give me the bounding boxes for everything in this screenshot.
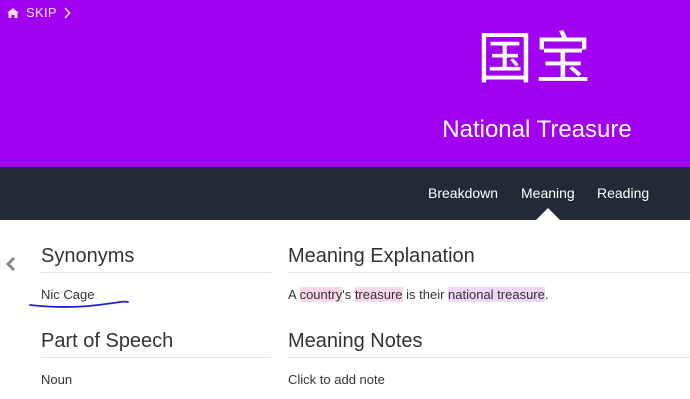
vocabulary-highlight: national treasure bbox=[448, 287, 545, 302]
meaning-explanation-heading: Meaning Explanation bbox=[288, 245, 475, 267]
chevron-left-icon[interactable] bbox=[5, 256, 17, 277]
synonyms-divider bbox=[41, 272, 271, 273]
part-of-speech-value: Noun bbox=[41, 372, 73, 387]
hand-drawn-underline bbox=[29, 300, 129, 308]
skip-label: SKIP bbox=[26, 5, 57, 20]
synonyms-heading: Synonyms bbox=[41, 245, 135, 267]
explanation-text-segment: is their bbox=[402, 287, 449, 302]
meaning-notes-heading: Meaning Notes bbox=[288, 330, 423, 352]
subject-meaning: National Treasure bbox=[442, 116, 632, 143]
meaning-notes-divider bbox=[288, 357, 690, 358]
part-of-speech-heading: Part of Speech bbox=[41, 330, 174, 352]
tab-breakdown[interactable]: Breakdown bbox=[428, 185, 498, 201]
radical-highlight: country bbox=[299, 287, 343, 302]
part-of-speech-divider bbox=[41, 357, 271, 358]
meaning-explanation-text: A country's treasure is their national t… bbox=[288, 287, 549, 302]
tab-meaning[interactable]: Meaning bbox=[521, 185, 575, 201]
skip-button[interactable]: SKIP bbox=[6, 5, 71, 20]
tab-reading[interactable]: Reading bbox=[597, 185, 649, 201]
radical-highlight: treasure bbox=[354, 287, 403, 302]
chevron-right-icon bbox=[63, 6, 71, 19]
explanation-text-segment: . bbox=[544, 287, 549, 302]
active-tab-indicator bbox=[536, 208, 560, 220]
add-note-button[interactable]: Click to add note bbox=[288, 372, 385, 387]
meaning-explanation-divider bbox=[288, 272, 690, 273]
subject-header: SKIP 国宝 National Treasure bbox=[0, 0, 690, 167]
info-tab-bar: Breakdown Meaning Reading bbox=[0, 167, 690, 220]
home-icon bbox=[6, 7, 20, 19]
subject-characters: 国宝 bbox=[477, 27, 593, 92]
explanation-text-segment: A bbox=[288, 287, 300, 302]
explanation-text-segment: 's bbox=[342, 287, 355, 302]
